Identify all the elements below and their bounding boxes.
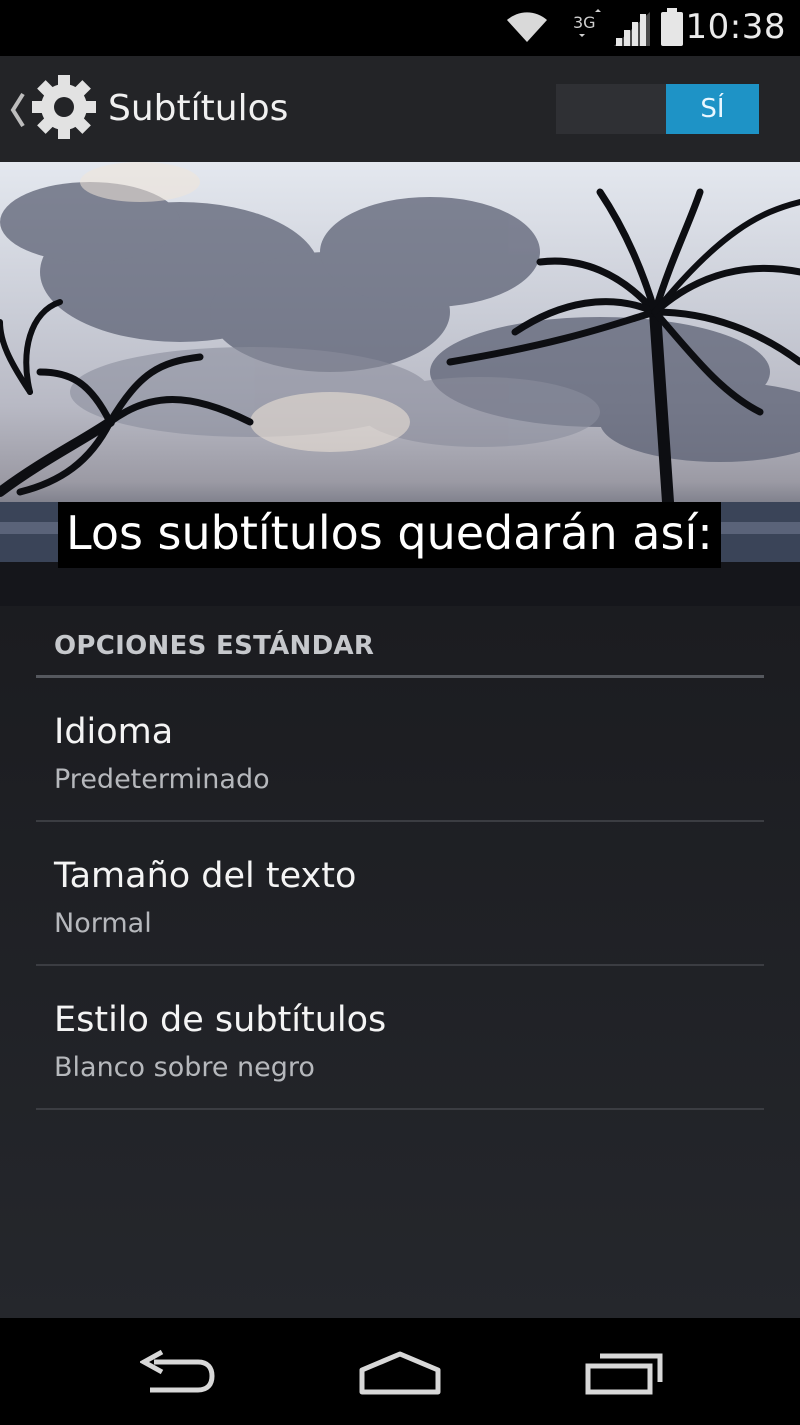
- svg-text:3G: 3G: [573, 13, 596, 32]
- recents-icon[interactable]: [584, 1352, 664, 1400]
- setting-item-caption-style[interactable]: Estilo de subtítulos Blanco sobre negro: [36, 966, 764, 1110]
- battery-icon: [660, 8, 684, 50]
- section-header: OPCIONES ESTÁNDAR: [54, 631, 375, 661]
- page-title: Subtítulos: [108, 88, 289, 129]
- setting-title: Estilo de subtítulos: [54, 1000, 387, 1040]
- divider: [36, 1108, 764, 1110]
- master-switch[interactable]: SÍ: [556, 84, 759, 134]
- wifi-icon: [505, 10, 549, 48]
- status-time: 10:38: [685, 7, 786, 47]
- caption-sample: Los subtítulos quedarán así:: [58, 502, 721, 568]
- home-icon[interactable]: [358, 1350, 442, 1400]
- settings-list: OPCIONES ESTÁNDAR Idioma Predeterminado …: [0, 606, 800, 1318]
- status-bar: 3G 10:38: [0, 0, 800, 56]
- setting-title: Tamaño del texto: [54, 856, 357, 896]
- setting-summary: Predeterminado: [54, 764, 270, 795]
- setting-item-language[interactable]: Idioma Predeterminado: [36, 678, 764, 822]
- back-icon[interactable]: [138, 1348, 216, 1400]
- data-sync-icon: 3G: [571, 8, 611, 42]
- setting-summary: Blanco sobre negro: [54, 1052, 315, 1083]
- setting-title: Idioma: [54, 712, 174, 752]
- setting-item-text-size[interactable]: Tamaño del texto Normal: [36, 822, 764, 966]
- gear-icon[interactable]: [30, 73, 98, 145]
- switch-on-thumb[interactable]: SÍ: [666, 84, 759, 134]
- setting-summary: Normal: [54, 908, 152, 939]
- caption-preview: Los subtítulos quedarán así:: [0, 162, 800, 606]
- up-caret-icon[interactable]: [10, 92, 26, 132]
- cell-signal-icon: [612, 10, 652, 50]
- navigation-bar: [0, 1318, 800, 1425]
- action-bar: Subtítulos SÍ: [0, 56, 800, 162]
